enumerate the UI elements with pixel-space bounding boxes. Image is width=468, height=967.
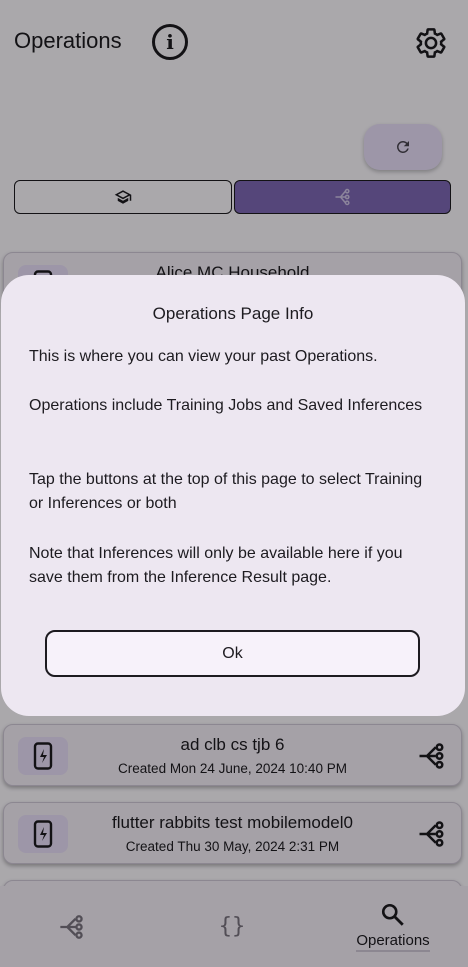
info-dialog: Operations Page Info This is where you c… xyxy=(1,275,465,716)
dialog-paragraph: Operations include Training Jobs and Sav… xyxy=(29,397,423,414)
dialog-title: Operations Page Info xyxy=(152,304,314,323)
ok-button[interactable]: Ok xyxy=(45,630,420,677)
dialog-paragraph: Tap the buttons at the top of this page … xyxy=(29,471,423,512)
dialog-paragraph: Note that Inferences will only be availa… xyxy=(29,545,403,586)
dialog-paragraph: This is where you can view your past Ope… xyxy=(29,348,378,365)
